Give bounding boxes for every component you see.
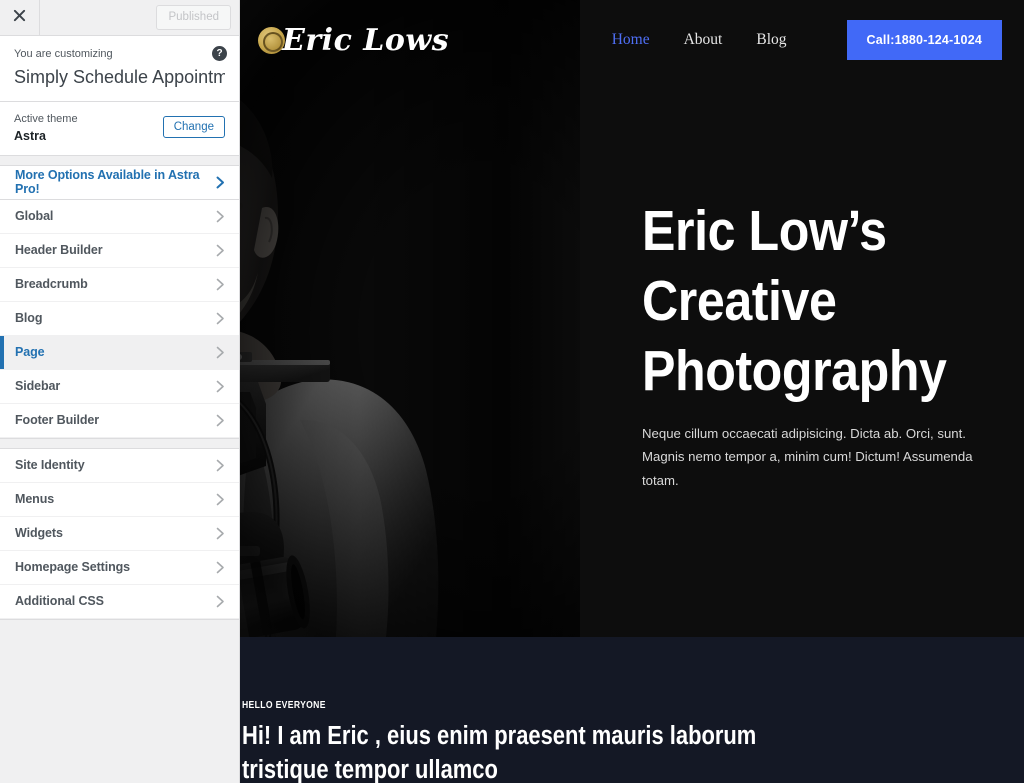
sidebar-item-homepage-settings[interactable]: Homepage Settings [0,550,239,585]
change-theme-button[interactable]: Change [162,116,225,139]
section-group-divider [0,437,239,449]
hero-photographer-photo [240,0,580,637]
chevron-right-icon [216,210,225,223]
sidebar-item-label: Menus [15,492,55,507]
photo-vignette [240,0,580,637]
chevron-right-icon [216,459,225,472]
chevron-right-icon [216,527,225,540]
hero-content: Eric Low’s Creative Photography Neque ci… [642,196,1014,492]
sidebar-item-label: Homepage Settings [15,560,130,575]
site-header: Eric Lows Home About Blog Call:1880-124-… [240,0,1024,80]
publish-button[interactable]: Published [156,4,231,31]
nav-item-blog[interactable]: Blog [756,31,786,49]
hero-section: Eric Lows Home About Blog Call:1880-124-… [240,0,1024,637]
active-theme-row: Active theme Astra Change [0,101,239,156]
customizing-label: You are customizing [14,48,113,60]
sidebar-item-label: Sidebar [15,379,61,394]
sidebar-item-label: Site Identity [15,458,85,473]
sidebar-item-label: Blog [15,311,43,326]
site-title: Eric Lows [282,22,450,58]
sidebar-item-breadcrumb[interactable]: Breadcrumb [0,267,239,302]
customizer-section-list-secondary: Site Identity Menus Widgets Homepage Set… [0,448,239,619]
chevron-right-icon [216,595,225,608]
chevron-right-icon [216,380,225,393]
help-icon[interactable]: ? [212,46,227,61]
hero-heading: Eric Low’s Creative Photography [642,199,947,404]
nav-item-about[interactable]: About [684,31,723,49]
wp-customizer-sidebar: Published You are customizing Simply Sch… [0,0,240,783]
customizer-panel-header: You are customizing Simply Schedule Appo… [0,36,239,102]
chevron-right-icon [216,346,225,359]
active-theme-label: Active theme [14,112,78,125]
chevron-right-icon [216,176,225,189]
nav-item-home[interactable]: Home [612,31,650,49]
sidebar-item-label: Global [15,209,54,224]
primary-navigation: Home About Blog Call:1880-124-1024 [612,20,1002,60]
chevron-right-icon [216,493,225,506]
chevron-right-icon [216,414,225,427]
sidebar-item-label: Additional CSS [15,594,104,609]
about-content: HELLO EVERYONE Hi! I am Eric , eius enim… [240,700,1024,783]
sidebar-item-blog[interactable]: Blog [0,301,239,336]
close-icon [13,9,26,27]
sidebar-item-widgets[interactable]: Widgets [0,516,239,551]
sidebar-item-header-builder[interactable]: Header Builder [0,233,239,268]
sidebar-item-label: Widgets [15,526,63,541]
call-button[interactable]: Call:1880-124-1024 [846,20,1002,60]
chevron-right-icon [216,561,225,574]
sidebar-item-label: Header Builder [15,243,103,258]
sidebar-item-label: Page [15,345,45,360]
active-theme-name: Astra [14,128,46,143]
sidebar-item-sidebar[interactable]: Sidebar [0,369,239,404]
sidebar-item-global[interactable]: Global [0,199,239,234]
sidebar-item-astra-pro[interactable]: More Options Available in Astra Pro! [0,165,239,200]
about-section: HELLO EVERYONE Hi! I am Eric , eius enim… [240,637,1024,783]
customizer-section-list: More Options Available in Astra Pro! Glo… [0,165,239,438]
sidebar-item-label: Footer Builder [15,413,100,428]
active-theme-info: Active theme Astra [14,112,78,143]
customizing-title: Simply Schedule Appointment… [14,66,225,87]
close-customizer-button[interactable] [0,0,40,35]
chevron-right-icon [216,244,225,257]
panel-divider [0,155,239,166]
sidebar-item-page[interactable]: Page [0,335,239,370]
sidebar-item-site-identity[interactable]: Site Identity [0,448,239,483]
chevron-right-icon [216,312,225,325]
customizer-topbar: Published [0,0,239,36]
camera-lens-icon [258,26,285,54]
about-kicker: HELLO EVERYONE [242,700,326,711]
customizer-screen: Published You are customizing Simply Sch… [0,0,1024,783]
sidebar-empty-area [0,618,239,783]
sidebar-item-menus[interactable]: Menus [0,482,239,517]
sidebar-item-label: More Options Available in Astra Pro! [15,168,200,197]
about-heading: Hi! I am Eric , eius enim praesent mauri… [242,722,757,783]
site-preview-frame: Eric Lows Home About Blog Call:1880-124-… [240,0,1024,783]
sidebar-item-label: Breadcrumb [15,277,88,292]
sidebar-item-additional-css[interactable]: Additional CSS [0,584,239,619]
hero-subtext: Neque cillum occaecati adipisicing. Dict… [642,426,973,488]
chevron-right-icon [216,278,225,291]
site-logo[interactable]: Eric Lows [258,23,449,58]
sidebar-item-footer-builder[interactable]: Footer Builder [0,403,239,438]
